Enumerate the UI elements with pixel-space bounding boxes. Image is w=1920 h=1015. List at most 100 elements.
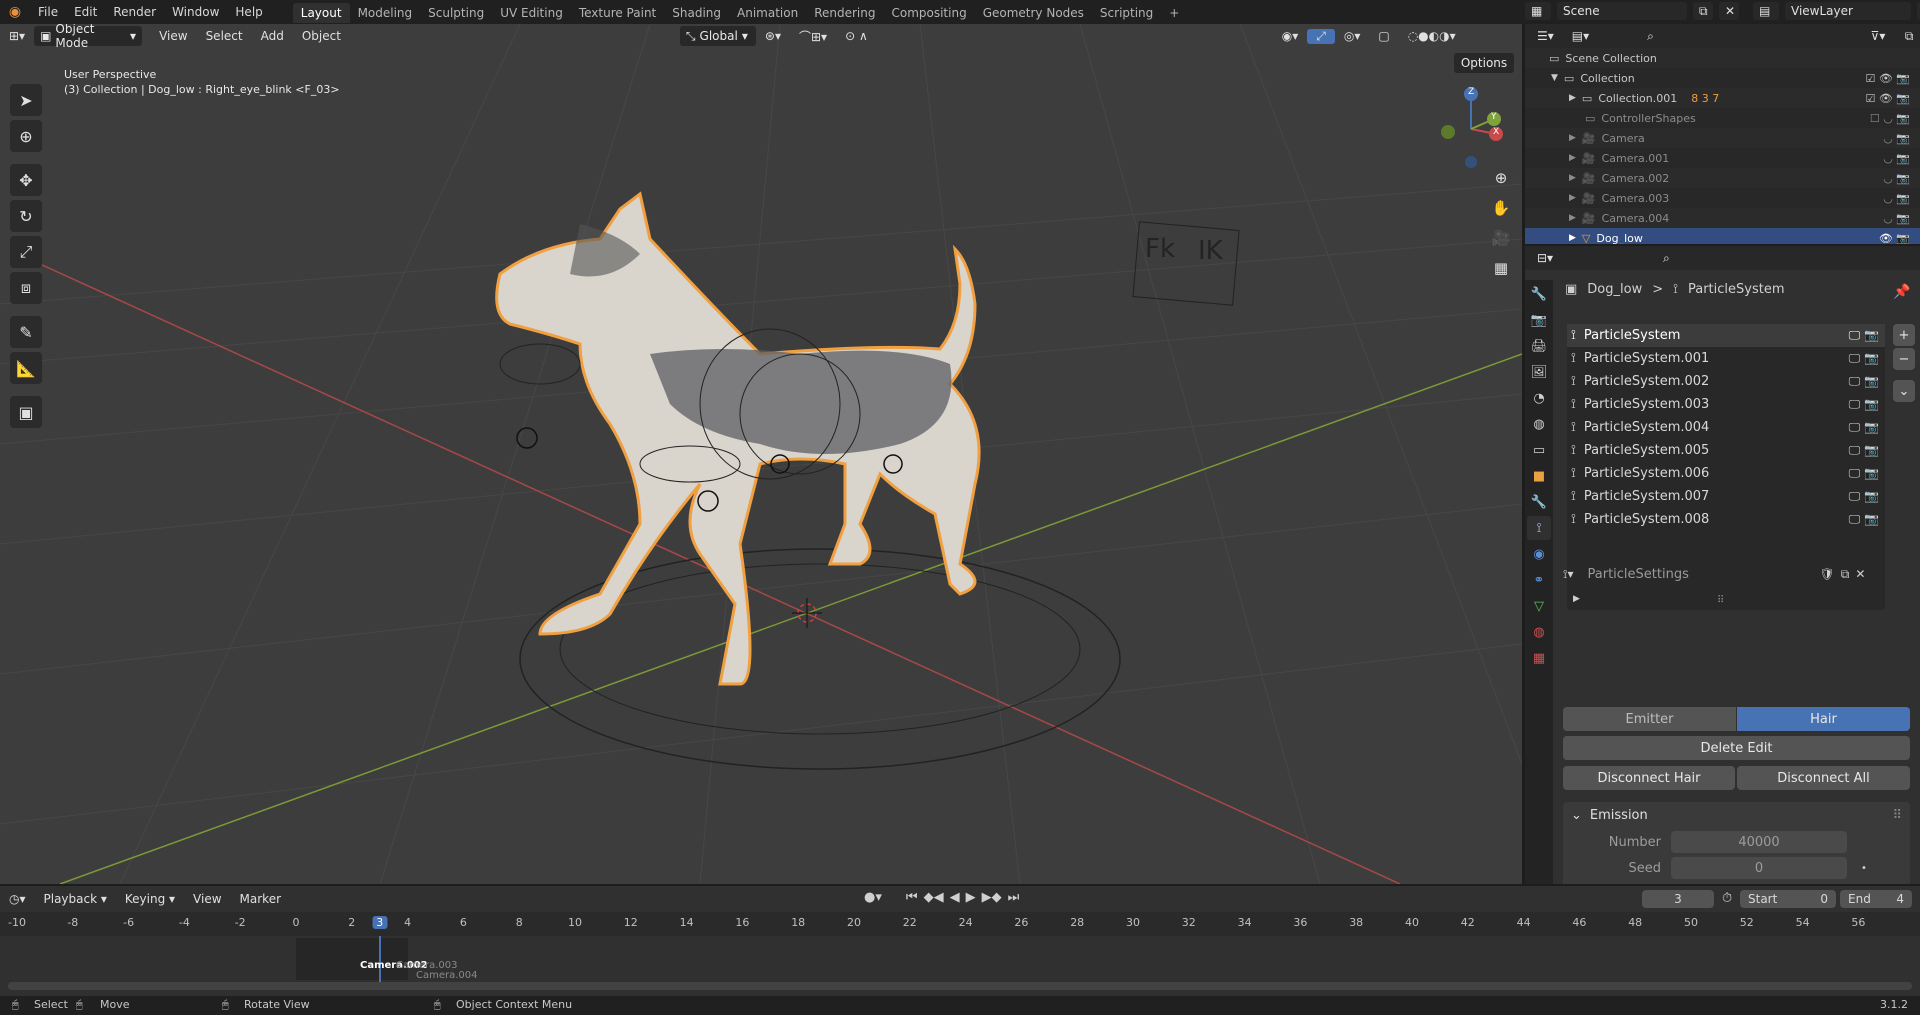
outliner-row-selected[interactable]: ▶ ▽ Dog_low 👁 📷 [1525,228,1920,244]
material-tab-icon[interactable]: ◍ [1527,620,1551,644]
fake-user-shield-icon[interactable]: 🛡 [1820,567,1835,581]
tab-uv-editing[interactable]: UV Editing [492,3,571,23]
constraints-tab-icon[interactable]: ⚭ [1527,568,1551,592]
viewport-render-toggles[interactable]: 🖵 📷 [1849,512,1879,527]
menu-select[interactable]: Select [197,29,252,43]
move-tool-icon[interactable]: ✥ [10,164,42,196]
viewport-render-toggles[interactable]: 🖵 📷 [1849,443,1879,458]
menu-render[interactable]: Render [105,0,164,24]
overlays-icon[interactable]: ◎▾ [1335,29,1370,43]
viewport-render-toggles[interactable]: 🖵 📷 [1849,420,1879,435]
outliner-search-input[interactable]: ⌕ [1641,27,1779,45]
ortho-grid-icon[interactable]: ▦ [1487,254,1515,282]
visibility-toggles[interactable]: ☑ 👁 📷 [1865,92,1910,105]
outliner-row[interactable]: ▶ 🎥 Camera.003 ◡ 📷 [1525,188,1920,208]
list-item-particle-system[interactable]: ⟟ ParticleSystem.006 🖵 📷 [1567,462,1885,485]
editor-type-icon[interactable]: ⊞▾ [0,29,34,43]
number-field[interactable]: 40000 [1671,831,1847,853]
visibility-toggles[interactable]: 👁 📷 [1879,232,1910,245]
visibility-toggles[interactable]: ☐ ◡ 📷 [1870,112,1910,125]
list-item-particle-system[interactable]: ⟟ ParticleSystem.008 🖵 📷 [1567,508,1885,531]
list-item-particle-system[interactable]: ⟟ ParticleSystem.004 🖵 📷 [1567,416,1885,439]
gizmo-toggle-icon[interactable]: ⤢ [1307,28,1335,44]
view-layer-browse-icon[interactable]: ▤ [1753,2,1779,20]
disconnect-hair-button[interactable]: Disconnect Hair [1563,766,1735,790]
view-layer-field[interactable]: ViewLayer [1785,2,1911,20]
tab-shading[interactable]: Shading [664,3,729,23]
cursor-tool-icon[interactable]: ⊕ [10,120,42,152]
list-item-particle-system[interactable]: ⟟ ParticleSystem.007 🖵 📷 [1567,485,1885,508]
visibility-toggles[interactable]: ◡ 📷 [1883,172,1910,185]
zoom-icon[interactable]: ⊕ [1487,164,1515,192]
remove-particle-system-button[interactable]: − [1893,348,1915,370]
pan-hand-icon[interactable]: ✋ [1487,194,1515,222]
proportional-edit-icon[interactable]: ⊙ ∧ [836,29,877,43]
particle-settings-browse-icon[interactable]: ⟟▾ [1563,567,1574,582]
jump-end-icon[interactable]: ⏭ [1008,890,1020,905]
gizmo-neg-y-icon[interactable] [1441,125,1455,139]
tab-modeling[interactable]: Modeling [350,3,421,23]
list-filter-arrow-icon[interactable]: ▶ [1573,594,1580,604]
delete-edit-button[interactable]: Delete Edit [1563,736,1910,760]
scene-close-icon[interactable]: ✕ [1719,2,1739,20]
world-tab-icon[interactable]: ◍ [1527,412,1551,436]
breadcrumb-data[interactable]: ParticleSystem [1688,282,1785,297]
object-mode-dropdown[interactable]: ▣ Object Mode ▾ [34,24,143,50]
properties-editor-type-icon[interactable]: ⊟▾ [1531,249,1561,267]
disconnect-all-button[interactable]: Disconnect All [1737,766,1910,790]
viewport-render-toggles[interactable]: 🖵 📷 [1849,374,1879,389]
menu-window[interactable]: Window [164,0,227,24]
rotate-tool-icon[interactable]: ↻ [10,200,42,232]
outliner-row[interactable]: ▭ Scene Collection [1525,48,1920,68]
tab-geometry-nodes[interactable]: Geometry Nodes [975,3,1092,23]
auto-keying-icon[interactable]: ●▾ [864,890,882,905]
transform-tool-icon[interactable]: ⧈ [10,272,42,304]
viewport-render-toggles[interactable]: 🖵 📷 [1849,397,1879,412]
visibility-toggles[interactable]: ◡ 📷 [1883,132,1910,145]
camera-view-icon[interactable]: 🎥 [1487,224,1515,252]
annotate-tool-icon[interactable]: ✎ [10,316,42,348]
visibility-toggles[interactable]: ☑ 👁 📷 [1865,72,1910,85]
menu-view[interactable]: View [150,29,196,43]
menu-playback[interactable]: Playback ▾ [35,892,116,906]
timeline-horizontal-scrollbar[interactable] [8,982,1912,990]
gizmo-neg-z-icon[interactable] [1465,156,1477,168]
view-layer-tab-icon[interactable]: 🖼 [1527,360,1551,384]
transform-orientation-dropdown[interactable]: ⤡ Global ▾ [679,26,756,46]
tab-rendering[interactable]: Rendering [806,3,883,23]
emission-panel-header[interactable]: ⌄ Emission ⠿ [1563,802,1910,828]
current-frame-field[interactable]: 3 [1642,890,1714,908]
particle-settings-name-field[interactable]: ParticleSettings [1579,563,1814,585]
menu-keying[interactable]: Keying ▾ [116,892,184,906]
tab-animation[interactable]: Animation [729,3,806,23]
texture-tab-icon[interactable]: ▦ [1527,646,1551,670]
blender-logo-icon[interactable]: ◉ [0,4,30,20]
list-resize-handle-icon[interactable]: ⠿ [1717,595,1724,606]
tab-texture-paint[interactable]: Texture Paint [571,3,664,23]
menu-help[interactable]: Help [227,0,270,24]
viewport-render-toggles[interactable]: 🖵 📷 [1849,466,1879,481]
modifier-tab-icon[interactable]: 🔧 [1527,490,1551,514]
output-tab-icon[interactable]: 🖨 [1527,334,1551,358]
drag-handle-icon[interactable]: ⠿ [1892,808,1902,823]
emitter-type-button[interactable]: Emitter [1563,707,1736,731]
visibility-icon[interactable]: ◉▾ [1273,29,1308,43]
object-tab-icon[interactable]: ■ [1527,464,1551,488]
visibility-toggles[interactable]: ◡ 📷 [1883,212,1910,225]
menu-marker[interactable]: Marker [231,892,290,906]
shading-modes-icon[interactable]: ◌●◐◑▾ [1399,29,1465,43]
filter-icon[interactable]: ⊽▾ [1864,27,1893,45]
pin-icon[interactable]: 📌 [1893,284,1910,300]
preview-range-clock-icon[interactable]: ⏱ [1722,891,1732,906]
play-icon[interactable]: ▶ [966,890,976,905]
list-item-particle-system[interactable]: ⟟ ParticleSystem.001 🖵 📷 [1567,347,1885,370]
list-item-particle-system[interactable]: ⟟ ParticleSystem 🖵 📷 [1567,324,1885,347]
menu-add[interactable]: Add [252,29,293,43]
add-workspace-button[interactable]: + [1161,3,1187,23]
outliner-row[interactable]: ▭ ControllerShapes ☐ ◡ 📷 [1525,108,1920,128]
add-particle-system-button[interactable]: + [1893,324,1915,346]
menu-object[interactable]: Object [293,29,350,43]
viewport-render-toggles[interactable]: 🖵 📷 [1849,351,1879,366]
scene-tab-icon[interactable]: ◔ [1527,386,1551,410]
new-collection-icon[interactable]: ⧉ [1898,27,1920,45]
